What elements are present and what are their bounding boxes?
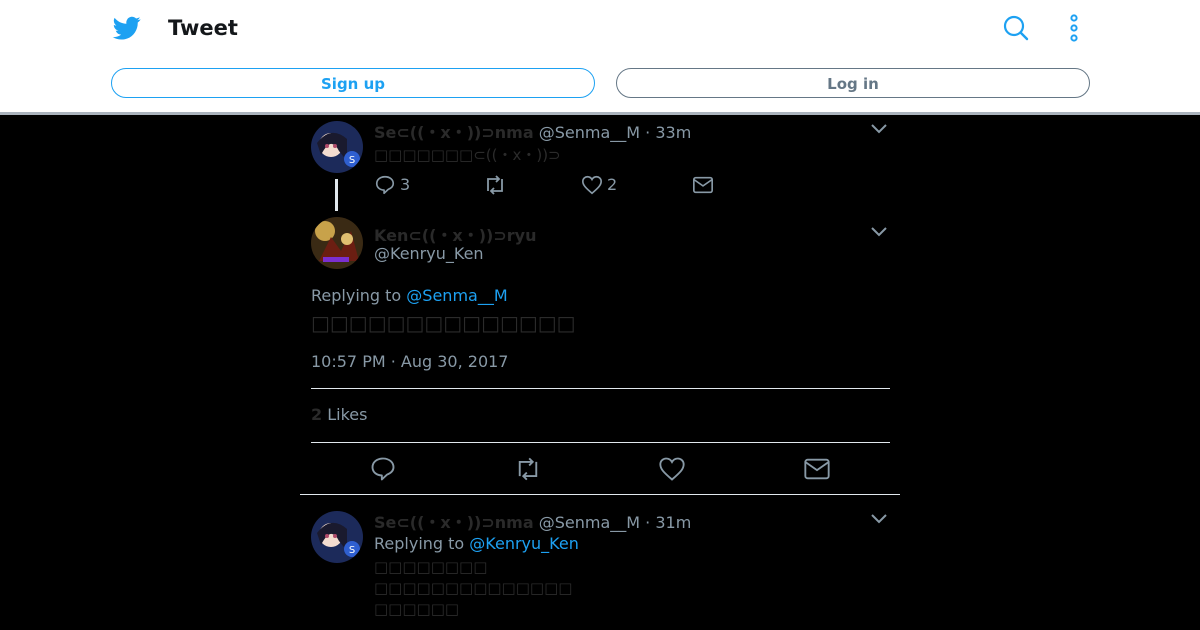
svg-text:S: S: [349, 155, 355, 166]
tweet-time[interactable]: · 33m: [645, 123, 691, 142]
tweet-text-line: □□□□□□□□: [374, 558, 488, 576]
more-options-icon[interactable]: [1064, 14, 1084, 42]
chevron-down-icon[interactable]: [870, 513, 888, 525]
avatar[interactable]: S: [311, 511, 363, 563]
replying-to: Replying to @Kenryu_Ken: [374, 534, 579, 553]
tweet-text-line: □□□□□□□□□□□□□□: [374, 579, 573, 597]
likes-label: Likes: [327, 405, 368, 424]
direct-message-icon[interactable]: [692, 175, 714, 195]
page-title: Tweet: [168, 16, 238, 40]
retweet-icon[interactable]: [483, 174, 507, 196]
like-count: 2: [607, 175, 618, 194]
divider: [311, 388, 890, 389]
divider: [311, 442, 890, 443]
tweet-text: □□□□□□□□□□□□□□: [311, 311, 576, 335]
thread-connector-line: [335, 179, 338, 211]
user-handle[interactable]: @Kenryu_Ken: [374, 244, 484, 263]
svg-text:S: S: [349, 545, 355, 556]
reply-icon[interactable]: [374, 174, 396, 196]
tweet-time[interactable]: · 31m: [645, 513, 691, 532]
display-name[interactable]: Se⊂((・x・))⊃nma: [374, 123, 534, 142]
sign-up-button[interactable]: Sign up: [111, 68, 595, 98]
likes-count: 2: [311, 405, 323, 424]
reply-count: 3: [400, 175, 411, 194]
likes-summary[interactable]: 2 Likes: [311, 405, 367, 424]
top-navigation-bar: Tweet Sign up Log in: [0, 0, 1200, 115]
like-icon[interactable]: [658, 455, 686, 483]
like-icon[interactable]: [581, 174, 603, 196]
chevron-down-icon[interactable]: [870, 123, 888, 135]
replying-prefix: Replying to: [311, 286, 402, 305]
avatar[interactable]: [311, 217, 363, 269]
display-name[interactable]: Se⊂((・x・))⊃nma: [374, 513, 534, 532]
tweet-text: □□□□□□□⊂((・x・))⊃: [374, 146, 561, 164]
log-in-button[interactable]: Log in: [616, 68, 1090, 98]
reply-icon[interactable]: [369, 455, 397, 483]
divider: [300, 494, 900, 495]
replying-prefix: Replying to: [374, 534, 465, 553]
chevron-down-icon[interactable]: [870, 226, 888, 238]
avatar[interactable]: S: [311, 121, 363, 173]
user-handle[interactable]: @Senma__M: [539, 513, 640, 532]
replying-to-link[interactable]: @Senma__M: [406, 286, 507, 305]
replying-to: Replying to @Senma__M: [311, 286, 508, 305]
tweet-timestamp[interactable]: 10:57 PM · Aug 30, 2017: [311, 352, 508, 371]
display-name[interactable]: Ken⊂((・x・))⊃ryu: [374, 222, 536, 246]
search-icon[interactable]: [1002, 14, 1030, 42]
tweet-text-line: □□□□□□: [374, 600, 460, 618]
replying-to-link[interactable]: @Kenryu_Ken: [469, 534, 579, 553]
user-handle[interactable]: @Senma__M: [539, 123, 640, 142]
direct-message-icon[interactable]: [803, 456, 831, 482]
twitter-bird-icon[interactable]: [112, 14, 142, 42]
retweet-icon[interactable]: [512, 456, 544, 482]
